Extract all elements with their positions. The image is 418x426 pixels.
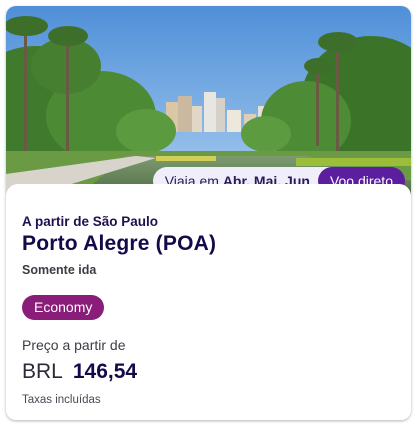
price-currency: BRL bbox=[22, 360, 63, 383]
origin-text: A partir de São Paulo bbox=[22, 214, 159, 229]
tax-note: Taxas incluídas bbox=[22, 394, 101, 406]
flight-offer-card[interactable]: Viaja em Abr, Mai, Jun Voo direto A part… bbox=[6, 6, 411, 420]
card-body: A partir de São Paulo Porto Alegre (POA)… bbox=[6, 184, 411, 420]
cabin-class-badge: Economy bbox=[22, 295, 105, 320]
price-label: Preço a partir de bbox=[22, 337, 126, 353]
price: BRL 146,54 bbox=[22, 360, 137, 384]
price-amount: 146,54 bbox=[72, 360, 138, 383]
trip-type: Somente ida bbox=[22, 263, 97, 277]
destination-title: Porto Alegre (POA) bbox=[22, 232, 217, 255]
